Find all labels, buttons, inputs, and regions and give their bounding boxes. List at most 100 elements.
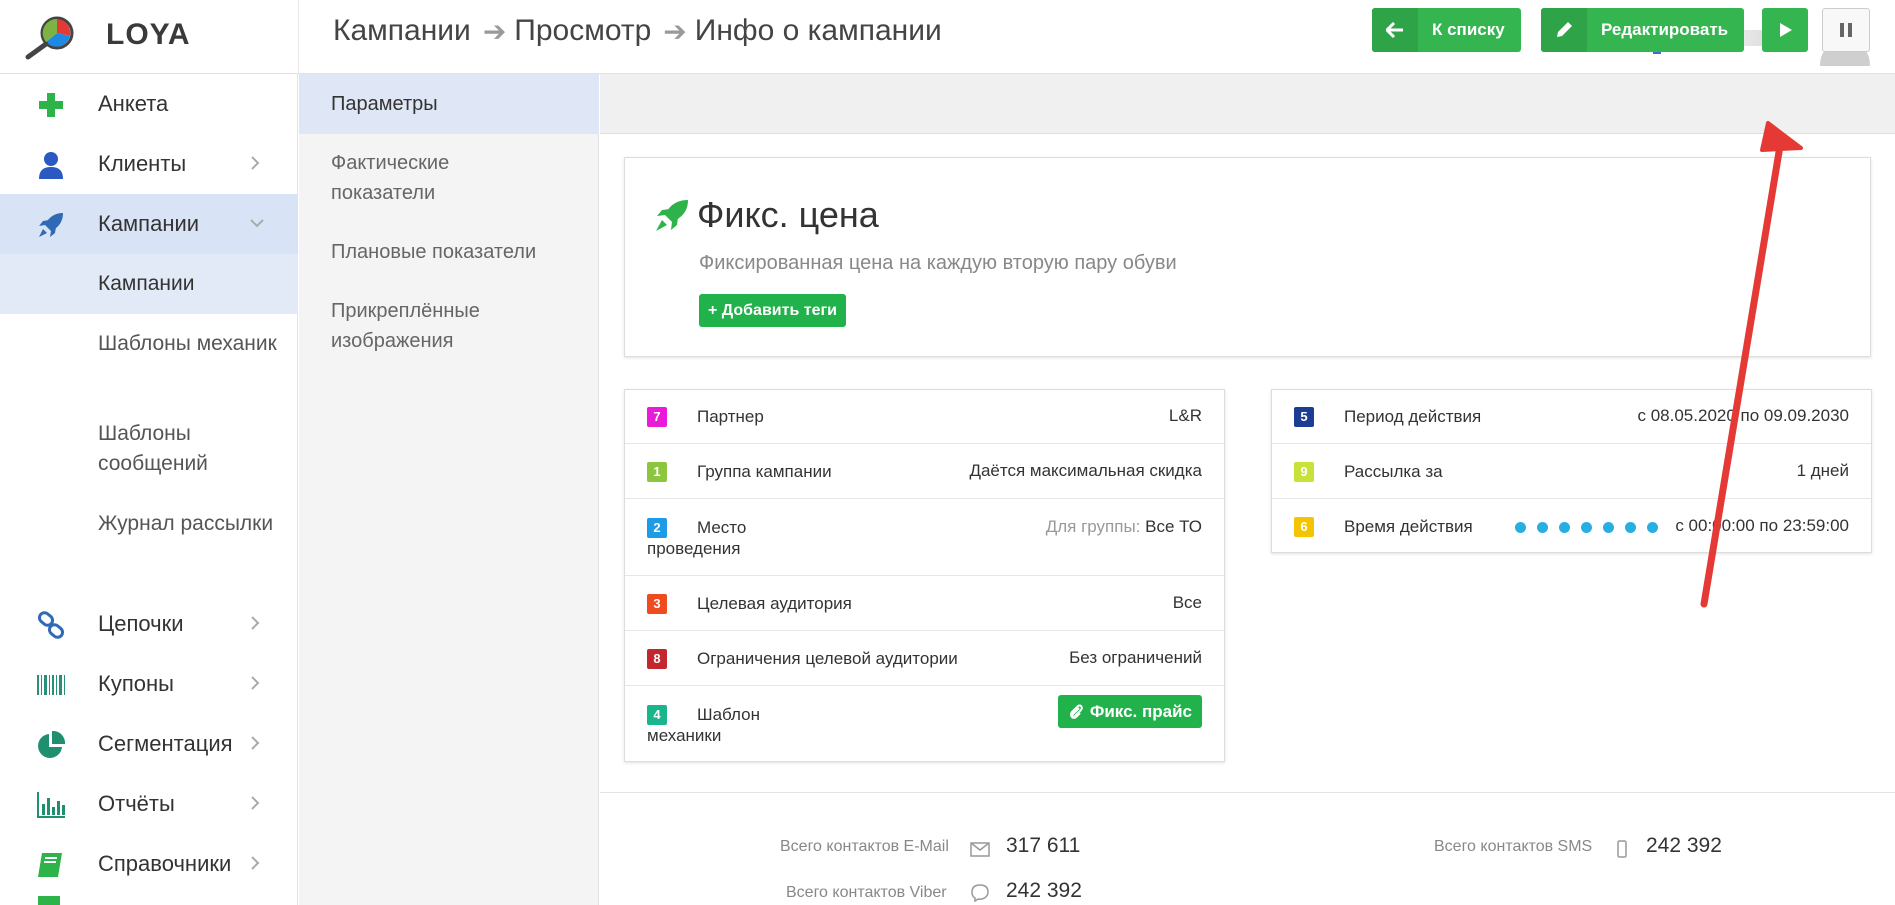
- sidebar: Анкета Клиенты Кампании Кампании Шаблоны…: [0, 74, 298, 905]
- breadcrumb: Кампании ➔ Просмотр ➔ Инфо о кампании: [333, 14, 942, 48]
- sidebar-item-questionnaire[interactable]: Анкета: [0, 74, 298, 134]
- sidebar-item-chains[interactable]: Цепочки: [0, 594, 298, 654]
- pencil-icon: [1541, 8, 1587, 52]
- viber-icon: [971, 884, 989, 902]
- toolbar: [600, 74, 1895, 134]
- stat-email-value: 317 611: [1006, 834, 1081, 857]
- campaign-header-card: Фикс. цена Фиксированная цена на каждую …: [624, 157, 1871, 357]
- param-value: Все: [1172, 593, 1202, 612]
- param-row-partner: 7 Партнер L&R: [625, 390, 1224, 444]
- sidebar-item-label: Анкета: [98, 91, 169, 116]
- book-icon: [38, 853, 62, 877]
- add-tags-button[interactable]: + Добавить теги: [699, 294, 846, 327]
- param-badge: 9: [1294, 462, 1314, 482]
- sidebar-item-label: Клиенты: [98, 151, 187, 176]
- weekday-dot: [1515, 522, 1526, 533]
- param-label: Ограничения целевой аудитории: [697, 649, 958, 668]
- sidebar-subitem-mechanic-templates[interactable]: Шаблоны механик: [0, 329, 298, 359]
- param-badge: 7: [647, 407, 667, 427]
- param-row-target-audience: 3 Целевая аудитория Все: [625, 576, 1224, 631]
- tab-parameters[interactable]: Параметры: [299, 74, 599, 134]
- param-label: Время действия: [1344, 517, 1473, 536]
- chevron-right-icon: [251, 796, 260, 810]
- param-badge: 4: [647, 705, 667, 725]
- param-value: Для группы: Все ТО: [1046, 517, 1202, 537]
- campaign-description: Фиксированная цена на каждую вторую пару…: [699, 252, 1177, 274]
- param-value: L&R: [1168, 406, 1202, 425]
- param-label: Место: [697, 518, 747, 537]
- stat-sms-value: 242 392: [1646, 834, 1722, 857]
- phone-icon: [1617, 840, 1627, 858]
- weekday-dot: [1625, 522, 1636, 533]
- sidebar-item-label: Сегментация: [98, 731, 233, 756]
- param-badge: 5: [1294, 407, 1314, 427]
- chevron-right-icon: [251, 676, 260, 690]
- stat-email-label: Всего контактов E-Mail: [780, 838, 949, 855]
- param-row-period: 5 Период действия с 08.05.2020 по 09.09.…: [1272, 390, 1871, 444]
- arrow-right-icon: ➔: [663, 15, 687, 47]
- arrow-right-icon: ➔: [482, 15, 507, 47]
- tab-actual-metrics[interactable]: Фактические показатели: [299, 148, 529, 208]
- sidebar-item-coupons[interactable]: Купоны: [0, 654, 298, 714]
- breadcrumb-item[interactable]: Просмотр: [514, 14, 651, 48]
- param-value: Без ограничений: [1069, 648, 1202, 667]
- pie-chart-icon: [38, 730, 66, 758]
- weekday-dot: [1537, 522, 1548, 533]
- link-icon: [37, 611, 65, 639]
- sidebar-item-partial-icon: [38, 896, 60, 905]
- param-label: Рассылка за: [1344, 462, 1443, 481]
- pause-icon: [1840, 23, 1852, 37]
- param-badge: 3: [647, 594, 667, 614]
- edit-button[interactable]: Редактировать: [1541, 8, 1745, 52]
- param-value: Даётся максимальная скидка: [969, 461, 1202, 480]
- param-label: Группа кампании: [697, 462, 832, 481]
- paperclip-icon: [1069, 704, 1083, 719]
- campaign-submenu: Параметры Фактические показатели Плановы…: [299, 74, 599, 905]
- sidebar-item-label: Справочники: [98, 851, 232, 876]
- param-row-time: 6 Время действия с 00:00:00 по 23:59:00: [1272, 499, 1871, 554]
- param-badge: 6: [1294, 517, 1314, 537]
- back-to-list-button[interactable]: К списку: [1372, 8, 1521, 52]
- divider: [298, 0, 299, 74]
- stat-viber-label: Всего контактов Viber: [786, 884, 947, 901]
- loya-logo-icon[interactable]: [24, 14, 82, 60]
- param-value: с 08.05.2020 по 09.09.2030: [1637, 406, 1850, 425]
- param-label-cont: механики: [647, 726, 722, 745]
- param-row-audience-restrictions: 8 Ограничения целевой аудитории Без огра…: [625, 631, 1224, 686]
- sidebar-item-directories[interactable]: Справочники: [0, 834, 298, 894]
- sidebar-subitem-mailing-log[interactable]: Журнал рассылки: [0, 509, 298, 539]
- sidebar-item-segmentation[interactable]: Сегментация: [0, 714, 298, 774]
- tab-planned-metrics[interactable]: Плановые показатели: [299, 237, 599, 267]
- plus-icon: [39, 93, 63, 117]
- chevron-right-icon: [251, 736, 260, 750]
- weekday-dot: [1647, 522, 1658, 533]
- weekday-dot: [1603, 522, 1614, 533]
- param-row-mechanic-template: 4 Шаблон механики Фикс. прайс: [625, 686, 1224, 763]
- rocket-icon: [39, 213, 63, 237]
- sidebar-item-reports[interactable]: Отчёты: [0, 774, 298, 834]
- param-value: 1 дней: [1796, 461, 1849, 480]
- param-value-prefix: Для группы:: [1045, 517, 1141, 536]
- sidebar-item-clients[interactable]: Клиенты: [0, 134, 298, 194]
- bar-chart-icon: [37, 792, 65, 818]
- mechanic-template-link-button[interactable]: Фикс. прайс: [1057, 695, 1202, 728]
- barcode-icon: [37, 675, 65, 695]
- campaign-period-card: 5 Период действия с 08.05.2020 по 09.09.…: [1271, 389, 1872, 553]
- param-label: Партнер: [697, 407, 764, 426]
- chevron-down-icon: [250, 219, 264, 228]
- breadcrumb-item: Инфо о кампании: [694, 14, 942, 47]
- param-value-text: Все ТО: [1145, 517, 1202, 536]
- sidebar-item-campaigns[interactable]: Кампании: [0, 194, 298, 254]
- param-row-location: 2 Место проведения Для группы: Все ТО: [625, 499, 1224, 576]
- param-label: Период действия: [1344, 407, 1482, 426]
- breadcrumb-item[interactable]: Кампании: [333, 14, 471, 48]
- stat-viber-value: 242 392: [1006, 879, 1082, 902]
- start-campaign-button[interactable]: [1762, 8, 1808, 52]
- param-row-campaign-group: 1 Группа кампании Даётся максимальная ск…: [625, 444, 1224, 499]
- param-label: Шаблон: [697, 705, 760, 724]
- sidebar-subitem-message-templates[interactable]: Шаблоны сообщений: [0, 419, 298, 479]
- chevron-right-icon: [251, 616, 260, 630]
- tab-attached-images[interactable]: Прикреплённые изображения: [299, 296, 519, 356]
- sidebar-subitem-campaigns[interactable]: Кампании: [0, 254, 298, 314]
- pause-campaign-button[interactable]: [1822, 8, 1870, 52]
